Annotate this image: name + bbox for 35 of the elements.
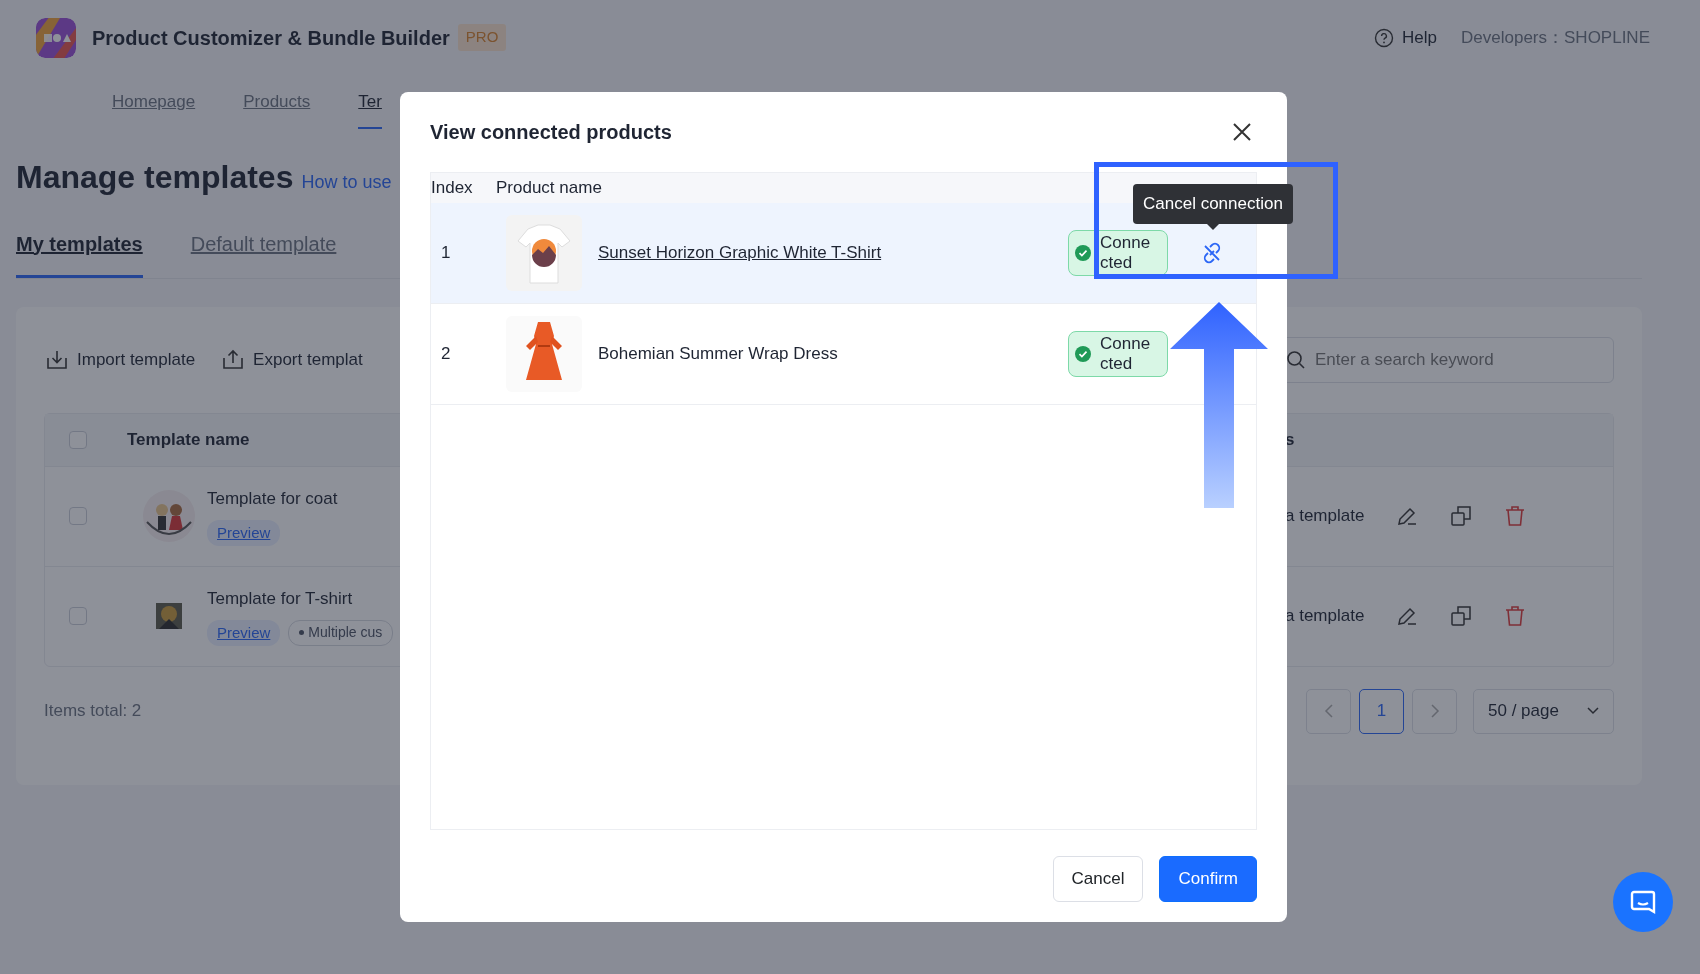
page-size-select[interactable]: 50 / page [1473, 688, 1614, 734]
item-count: Items total: 2 [44, 700, 142, 723]
help-link[interactable]: How to use [301, 168, 392, 196]
nav-tab[interactable]: Homepage [112, 75, 196, 129]
tab[interactable]: Default template [190, 210, 337, 278]
template-name: Template for T-shirt [207, 588, 354, 610]
row-index: 1 [440, 242, 452, 265]
preview-link[interactable]: Preview [207, 519, 281, 546]
nav-tab[interactable]: Products [243, 75, 311, 129]
template-name: Template for coat [207, 488, 338, 510]
dialog-title: View connected products [430, 120, 672, 145]
tooltip: Cancel connection [1133, 184, 1293, 230]
status-tag: Connected [1068, 230, 1168, 276]
confirm-button[interactable]: Confirm [1159, 856, 1257, 902]
tab[interactable]: My templates [16, 210, 143, 278]
product-name: Bohemian Summer Wrap Dress [598, 343, 838, 366]
column-header: Template name [127, 428, 250, 451]
page-title: Manage templates [16, 157, 294, 197]
page-button[interactable]: 1 [1359, 688, 1404, 734]
nav-tab[interactable]: Ter [358, 75, 382, 129]
page-size-value: 50 / page [1488, 700, 1559, 723]
tag: Multiple cus [288, 619, 394, 646]
row-index: 2 [440, 343, 452, 366]
app-title: Product Customizer & Bundle Builder [92, 25, 450, 51]
toolbar-button[interactable]: Export templat [220, 345, 364, 374]
product-name[interactable]: Sunset Horizon Graphic White T-Shirt [598, 240, 882, 266]
developer-label: Developers：SHOPLINE [1461, 26, 1650, 49]
status-tag: Connected [1068, 331, 1168, 377]
toolbar-button[interactable]: Import template [44, 345, 197, 374]
plan-badge: PRO [457, 24, 507, 51]
column-header: Product name [496, 177, 602, 200]
column-header: Index [431, 177, 474, 200]
cancel-button[interactable]: Cancel [1052, 856, 1144, 902]
preview-link[interactable]: Preview [207, 619, 281, 646]
help-link[interactable]: Help [1374, 24, 1438, 51]
